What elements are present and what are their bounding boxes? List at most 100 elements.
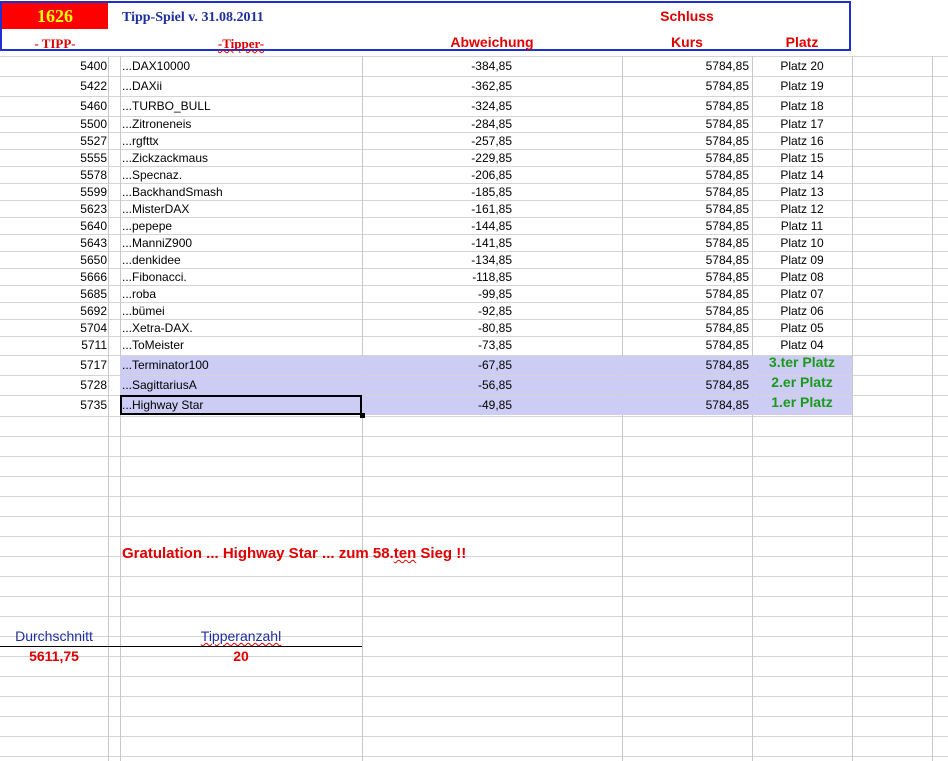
tipper-cell[interactable]: ...ToMeister	[122, 337, 184, 354]
abweichung-cell[interactable]: -384,85	[362, 58, 512, 75]
tipper-cell[interactable]: ...roba	[122, 286, 156, 303]
tipper-cell[interactable]: ...ManniZ900	[122, 235, 192, 252]
tipp-cell[interactable]: 5527	[2, 133, 107, 150]
kurs-cell[interactable]: 5784,85	[622, 337, 749, 354]
platz-cell[interactable]: Platz 15	[752, 150, 852, 167]
winner-tipp-cell[interactable]: 5735	[2, 397, 107, 414]
winner-platz-cell[interactable]: 3.ter Platz	[752, 354, 852, 371]
tipp-column-header[interactable]: - TIPP-	[2, 35, 108, 52]
winner-kurs-cell[interactable]: 5784,85	[622, 377, 749, 394]
spreadsheet-grid[interactable]: 1626 Tipp-Spiel v. 31.08.2011 Schluss - …	[0, 0, 948, 761]
abweichung-cell[interactable]: -118,85	[362, 269, 512, 286]
abweichung-cell[interactable]: -141,85	[362, 235, 512, 252]
abweichung-column-header[interactable]: Abweichung	[362, 34, 622, 51]
kurs-cell[interactable]: 5784,85	[622, 133, 749, 150]
kurs-cell[interactable]: 5784,85	[622, 184, 749, 201]
kurs-cell[interactable]: 5784,85	[622, 78, 749, 95]
abweichung-cell[interactable]: -134,85	[362, 252, 512, 269]
kurs-cell[interactable]: 5784,85	[622, 269, 749, 286]
winner-abweichung-cell[interactable]: -67,85	[362, 357, 512, 374]
abweichung-cell[interactable]: -80,85	[362, 320, 512, 337]
platz-cell[interactable]: Platz 17	[752, 116, 852, 133]
abweichung-cell[interactable]: -229,85	[362, 150, 512, 167]
average-value[interactable]: 5611,75	[0, 648, 108, 665]
tipp-cell[interactable]: 5692	[2, 303, 107, 320]
tipp-cell[interactable]: 5599	[2, 184, 107, 201]
tipper-cell[interactable]: ...rgfttx	[122, 133, 159, 150]
tipp-cell[interactable]: 5666	[2, 269, 107, 286]
kurs-cell[interactable]: 5784,85	[622, 235, 749, 252]
abweichung-cell[interactable]: -144,85	[362, 218, 512, 235]
kurs-cell[interactable]: 5784,85	[622, 252, 749, 269]
tipp-cell[interactable]: 5400	[2, 58, 107, 75]
tipper-cell[interactable]: ...DAXii	[122, 78, 162, 95]
platz-cell[interactable]: Platz 06	[752, 303, 852, 320]
kurs-column-header[interactable]: Kurs	[622, 34, 752, 51]
platz-cell[interactable]: Platz 13	[752, 184, 852, 201]
tipp-cell[interactable]: 5643	[2, 235, 107, 252]
kurs-cell[interactable]: 5784,85	[622, 286, 749, 303]
winner-platz-cell[interactable]: 2.er Platz	[752, 374, 852, 391]
kurs-cell[interactable]: 5784,85	[622, 201, 749, 218]
tipper-cell[interactable]: ...Specnaz.	[122, 167, 182, 184]
tipper-cell[interactable]: ...Xetra-DAX.	[122, 320, 193, 337]
congratulation-message[interactable]: Gratulation ... Highway Star ... zum 58.…	[122, 545, 466, 562]
kurs-cell[interactable]: 5784,85	[622, 58, 749, 75]
tipp-cell[interactable]: 5623	[2, 201, 107, 218]
tipp-cell[interactable]: 5711	[2, 337, 107, 354]
schluss-header[interactable]: Schluss	[622, 8, 752, 25]
abweichung-cell[interactable]: -99,85	[362, 286, 512, 303]
kurs-cell[interactable]: 5784,85	[622, 303, 749, 320]
tipp-cell[interactable]: 5555	[2, 150, 107, 167]
platz-cell[interactable]: Platz 07	[752, 286, 852, 303]
average-label[interactable]: Durchschnitt	[0, 628, 108, 645]
abweichung-cell[interactable]: -206,85	[362, 167, 512, 184]
winner-kurs-cell[interactable]: 5784,85	[622, 397, 749, 414]
tipp-cell[interactable]: 5578	[2, 167, 107, 184]
winner-tipp-cell[interactable]: 5717	[2, 357, 107, 374]
abweichung-cell[interactable]: -362,85	[362, 78, 512, 95]
platz-cell[interactable]: Platz 14	[752, 167, 852, 184]
platz-cell[interactable]: Platz 04	[752, 337, 852, 354]
abweichung-cell[interactable]: -92,85	[362, 303, 512, 320]
kurs-cell[interactable]: 5784,85	[622, 98, 749, 115]
tipp-cell[interactable]: 5500	[2, 116, 107, 133]
tipp-cell[interactable]: 5685	[2, 286, 107, 303]
platz-cell[interactable]: Platz 19	[752, 78, 852, 95]
tipper-count-value[interactable]: 20	[120, 648, 362, 665]
tipper-cell[interactable]: ...bümei	[122, 303, 165, 320]
winner-abweichung-cell[interactable]: -49,85	[362, 397, 512, 414]
tipper-cell[interactable]: ...Fibonacci.	[122, 269, 187, 286]
platz-cell[interactable]: Platz 05	[752, 320, 852, 337]
winner-tipper-cell[interactable]: ...Terminator100	[122, 357, 209, 374]
kurs-cell[interactable]: 5784,85	[622, 218, 749, 235]
selected-cell[interactable]	[120, 395, 362, 415]
fill-handle[interactable]	[360, 413, 365, 418]
abweichung-cell[interactable]: -284,85	[362, 116, 512, 133]
kurs-cell[interactable]: 5784,85	[622, 150, 749, 167]
tipper-cell[interactable]: ...denkidee	[122, 252, 181, 269]
abweichung-cell[interactable]: -257,85	[362, 133, 512, 150]
platz-cell[interactable]: Platz 16	[752, 133, 852, 150]
tipper-cell[interactable]: ...DAX10000	[122, 58, 190, 75]
abweichung-cell[interactable]: -161,85	[362, 201, 512, 218]
platz-cell[interactable]: Platz 10	[752, 235, 852, 252]
winner-platz-cell[interactable]: 1.er Platz	[752, 394, 852, 411]
platz-cell[interactable]: Platz 11	[752, 218, 852, 235]
tipp-cell[interactable]: 5422	[2, 78, 107, 95]
winner-tipper-cell[interactable]: ...SagittariusA	[122, 377, 197, 394]
tipp-cell[interactable]: 5460	[2, 98, 107, 115]
tipp-cell[interactable]: 5704	[2, 320, 107, 337]
winner-kurs-cell[interactable]: 5784,85	[622, 357, 749, 374]
winner-tipp-cell[interactable]: 5728	[2, 377, 107, 394]
kurs-cell[interactable]: 5784,85	[622, 167, 749, 184]
platz-cell[interactable]: Platz 20	[752, 58, 852, 75]
abweichung-cell[interactable]: -185,85	[362, 184, 512, 201]
tipper-cell[interactable]: ...Zitroneneis	[122, 116, 191, 133]
tipper-count-label[interactable]: Tipperanzahl	[120, 628, 362, 645]
sheet-title[interactable]: Tipp-Spiel v. 31.08.2011	[122, 9, 264, 26]
tipp-cell[interactable]: 5650	[2, 252, 107, 269]
tipper-cell[interactable]: ...MisterDAX	[122, 201, 189, 218]
platz-cell[interactable]: Platz 08	[752, 269, 852, 286]
abweichung-cell[interactable]: -324,85	[362, 98, 512, 115]
